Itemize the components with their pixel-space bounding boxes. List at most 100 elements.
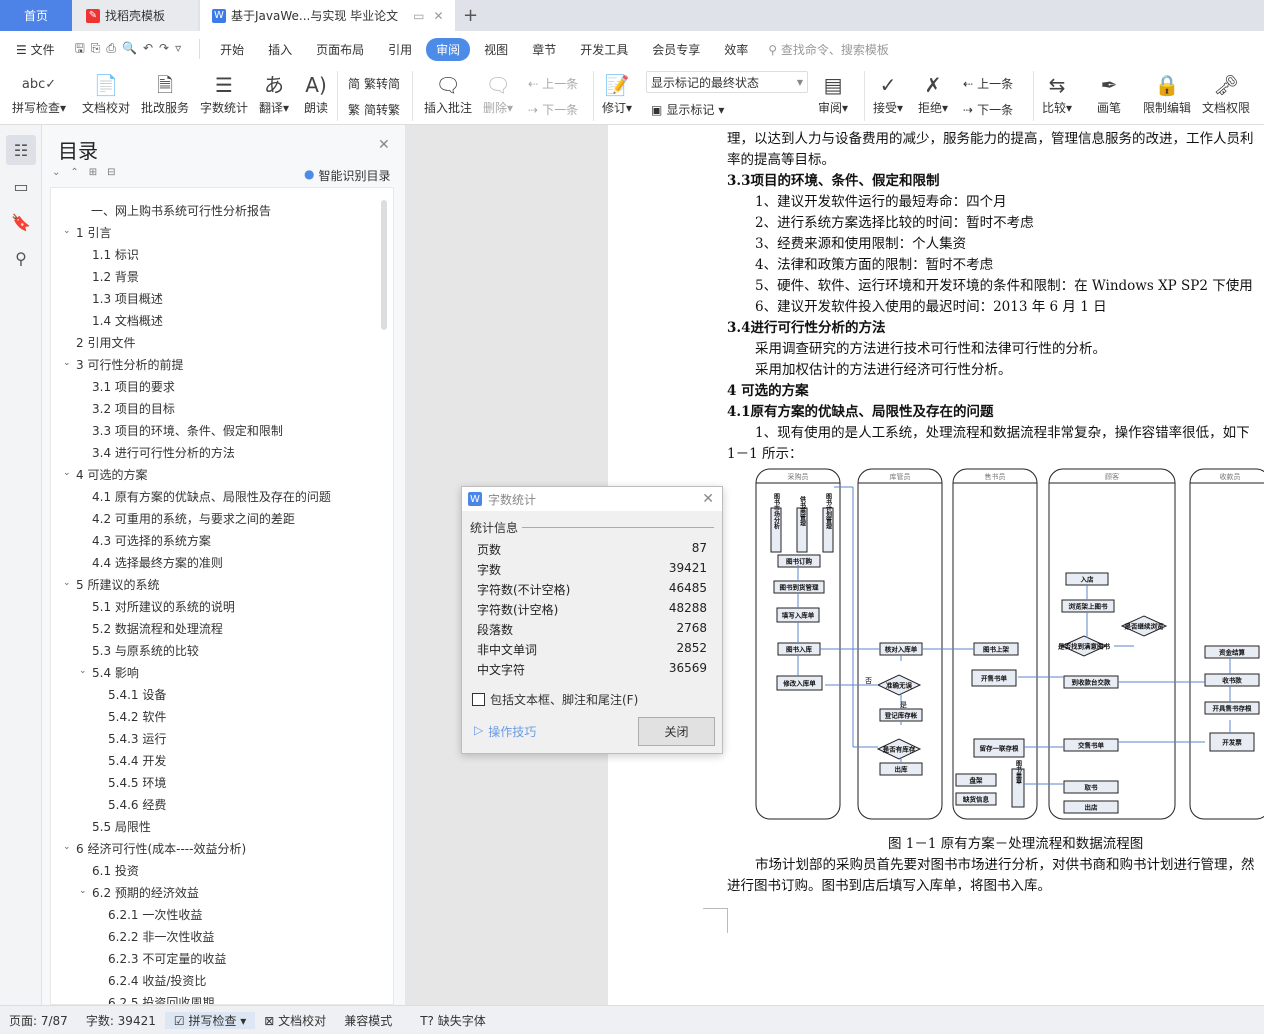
tab-document[interactable]: W基于JavaWe...与实现 毕业论文▭✕ xyxy=(200,0,455,31)
show-marks-button[interactable]: ▣显示标记▾ xyxy=(651,101,724,118)
collapse-icon[interactable]: ⌄ xyxy=(63,842,71,852)
toc-item[interactable]: 6.2.1 一次性收益 xyxy=(108,906,202,923)
doc-proof-status[interactable]: ⊠ 文档校对 xyxy=(255,1012,335,1029)
menu-layout[interactable]: 页面布局 xyxy=(306,38,374,61)
toc-item[interactable]: 2 引用文件 xyxy=(76,334,135,351)
translate-button[interactable]: あ翻译▾ xyxy=(259,71,289,116)
toc-item[interactable]: 1.2 背景 xyxy=(92,268,139,285)
collapse-icon[interactable]: ⌄ xyxy=(63,578,71,588)
toc-item[interactable]: 5.2 数据流程和处理流程 xyxy=(92,620,223,637)
toc-item[interactable]: 4.2 可重用的系统，与要求之间的差距 xyxy=(92,510,295,527)
prev-revision-button[interactable]: ⇠上一条 xyxy=(963,75,1013,92)
word-count-button[interactable]: ☰字数统计 xyxy=(200,71,248,116)
menu-start[interactable]: 开始 xyxy=(210,38,254,61)
toc-item[interactable]: 6.2.5 投资回收周期 xyxy=(108,994,214,1005)
toc-item[interactable]: 3 可行性分析的前提 xyxy=(76,356,183,373)
toc-item[interactable]: 3.4 进行可行性分析的方法 xyxy=(92,444,235,461)
toc-item[interactable]: 4 可选的方案 xyxy=(76,466,147,483)
toc-item[interactable]: 6 经济可行性(成本----效益分析) xyxy=(76,840,246,857)
prev-comment-button[interactable]: ⇠上一条 xyxy=(528,75,578,92)
toc-item[interactable]: 1.1 标识 xyxy=(92,246,139,263)
toc-item[interactable]: 6.1 投资 xyxy=(92,862,139,879)
close-button[interactable]: 关闭 xyxy=(638,717,715,746)
toc-item[interactable]: 5.3 与原系统的比较 xyxy=(92,642,199,659)
s2t-button[interactable]: 繁简转繁 xyxy=(348,101,400,118)
close-panel-icon[interactable]: ✕ xyxy=(378,137,390,153)
new-tab-button[interactable]: + xyxy=(463,0,478,31)
close-tab-icon[interactable]: ✕ xyxy=(434,9,444,23)
toc-item[interactable]: 6.2.2 非一次性收益 xyxy=(108,928,214,945)
toc-item[interactable]: 3.2 项目的目标 xyxy=(92,400,175,417)
toc-item[interactable]: 6.2.3 不可定量的收益 xyxy=(108,950,226,967)
spell-check-status[interactable]: ☑ 拼写检查 ▾ xyxy=(165,1012,255,1029)
find-icon[interactable]: ⚲ xyxy=(6,243,36,273)
toc-item[interactable]: 4.4 选择最终方案的准则 xyxy=(92,554,223,571)
spell-check-button[interactable]: abc✓拼写检查▾ xyxy=(12,71,66,116)
next-revision-button[interactable]: ⇢下一条 xyxy=(963,101,1013,118)
menu-view[interactable]: 视图 xyxy=(474,38,518,61)
collapse-icon[interactable]: ⌄ xyxy=(79,886,87,896)
insert-comment-button[interactable]: 🗨插入批注 xyxy=(424,71,472,116)
toc-item[interactable]: 5.4.4 开发 xyxy=(108,752,166,769)
tips-link[interactable]: ▷操作技巧 xyxy=(474,723,536,740)
toc-item[interactable]: 5.4 影响 xyxy=(92,664,139,681)
toc-item[interactable]: 5.4.6 经费 xyxy=(108,796,166,813)
tab-home[interactable]: 首页 xyxy=(0,0,72,31)
include-textbox-checkbox[interactable]: 包括文本框、脚注和尾注(F) xyxy=(472,691,638,708)
scrollbar[interactable] xyxy=(381,200,387,330)
compare-button[interactable]: ⇆比较▾ xyxy=(1042,71,1072,116)
close-icon[interactable]: ✕ xyxy=(702,491,714,507)
t2s-button[interactable]: 简繁转简 xyxy=(348,75,400,92)
toc-item[interactable]: 4.3 可选择的系统方案 xyxy=(92,532,211,549)
page-indicator[interactable]: 页面: 7/87 xyxy=(0,1012,77,1029)
toc-item[interactable]: 一、网上购书系统可行性分析报告 xyxy=(91,202,271,219)
collapse-icon[interactable]: ⌄ xyxy=(63,358,71,368)
correct-service-button[interactable]: 🗎批改服务 xyxy=(141,71,189,116)
toc-item[interactable]: 6.2.4 收益/投资比 xyxy=(108,972,206,989)
menu-devtools[interactable]: 开发工具 xyxy=(570,38,638,61)
chapter-nav-icon[interactable]: ▭ xyxy=(6,171,36,201)
collapse-icon[interactable]: ⌄ xyxy=(63,226,71,236)
menu-chapter[interactable]: 章节 xyxy=(522,38,566,61)
delete-comment-button[interactable]: 🗨删除▾ xyxy=(483,71,513,116)
pen-button[interactable]: ✒画笔 xyxy=(1097,71,1121,116)
menu-insert[interactable]: 插入 xyxy=(258,38,302,61)
bookmark-icon[interactable]: 🔖 xyxy=(6,207,36,237)
word-count-status[interactable]: 字数: 39421 xyxy=(77,1012,165,1029)
collapse-icon[interactable]: ⌄ xyxy=(79,666,87,676)
smart-toc-button[interactable]: ●智能识别目录 xyxy=(304,167,391,184)
missing-font-status[interactable]: T? 缺失字体 xyxy=(411,1012,495,1029)
reject-button[interactable]: ✗拒绝▾ xyxy=(918,71,948,116)
toc-item[interactable]: 5.4.1 设备 xyxy=(108,686,166,703)
toc-item[interactable]: 5.5 局限性 xyxy=(92,818,151,835)
toc-item[interactable]: 5 所建议的系统 xyxy=(76,576,159,593)
revise-button[interactable]: 📝修订▾ xyxy=(602,71,632,116)
file-menu[interactable]: ☰ 文件 xyxy=(16,41,55,58)
read-aloud-button[interactable]: A)朗读 xyxy=(304,71,328,116)
toc-item[interactable]: 5.4.2 软件 xyxy=(108,708,166,725)
toc-icon[interactable]: ☷ xyxy=(6,135,36,165)
toc-item[interactable]: 5.1 对所建议的系统的说明 xyxy=(92,598,235,615)
toc-item[interactable]: 1.4 文档概述 xyxy=(92,312,163,329)
doc-proof-button[interactable]: 📄文档校对 xyxy=(82,71,130,116)
toc-item[interactable]: 1 引言 xyxy=(76,224,111,241)
doc-permission-button[interactable]: 🗝文档权限 xyxy=(1202,71,1250,116)
toc-item[interactable]: 4.1 原有方案的优缺点、局限性及存在的问题 xyxy=(92,488,331,505)
command-search[interactable]: ⚲ 查找命令、搜索模板 xyxy=(768,41,889,58)
menu-efficiency[interactable]: 效率 xyxy=(714,38,758,61)
toc-item[interactable]: 3.3 项目的环境、条件、假定和限制 xyxy=(92,422,283,439)
tab-template[interactable]: ✎找稻壳模板 xyxy=(72,0,198,31)
toc-item[interactable]: 5.4.5 环境 xyxy=(108,774,166,791)
menu-reference[interactable]: 引用 xyxy=(378,38,422,61)
accept-button[interactable]: ✓接受▾ xyxy=(873,71,903,116)
restrict-edit-button[interactable]: 🔒限制编辑 xyxy=(1143,71,1191,116)
toc-item[interactable]: 6.2 预期的经济效益 xyxy=(92,884,199,901)
next-comment-button[interactable]: ⇢下一条 xyxy=(528,101,578,118)
toc-item[interactable]: 3.1 项目的要求 xyxy=(92,378,175,395)
display-state-select[interactable]: 显示标记的最终状态▼ xyxy=(646,71,808,93)
toc-item[interactable]: 1.3 项目概述 xyxy=(92,290,163,307)
menu-member[interactable]: 会员专享 xyxy=(642,38,710,61)
pin-icon[interactable]: ▭ xyxy=(413,9,424,23)
collapse-icon[interactable]: ⌄ xyxy=(63,468,71,478)
toc-expand-controls[interactable]: ⌄⌃⊞⊟ xyxy=(52,167,126,178)
